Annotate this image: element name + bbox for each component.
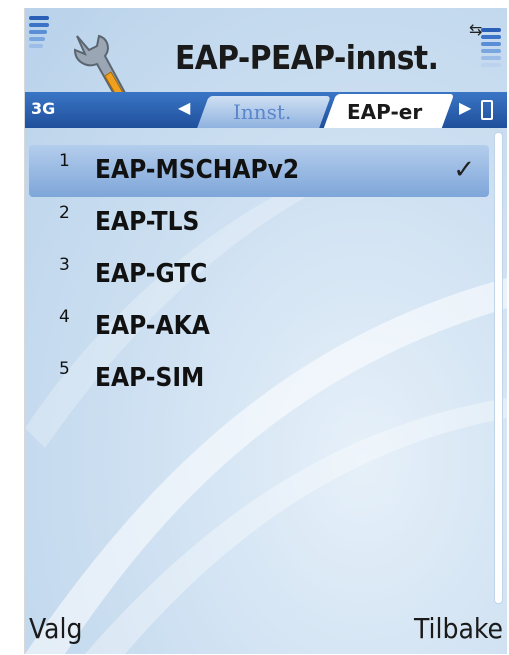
network-indicator: 3G [31, 99, 56, 118]
item-number: 4 [59, 307, 70, 327]
battery-small-icon [481, 100, 493, 120]
item-label: EAP-TLS [95, 207, 200, 237]
item-label: EAP-AKA [95, 311, 210, 341]
phone-screen: EAP-PEAP-innst. ⇆ 3G ◀ Innst. EAP-er ▶ 1… [24, 8, 507, 654]
page-title: EAP-PEAP-innst. [175, 38, 439, 77]
tab-eap-er-label[interactable]: EAP-er [347, 100, 422, 124]
list-item[interactable]: 2 EAP-TLS [29, 197, 489, 249]
softkey-options[interactable]: Valg [29, 612, 82, 645]
tab-next-arrow-icon[interactable]: ▶ [459, 98, 471, 117]
softkey-back[interactable]: Tilbake [414, 612, 503, 645]
list-item[interactable]: 3 EAP-GTC [29, 249, 489, 301]
list-item[interactable]: 4 EAP-AKA [29, 301, 489, 353]
item-number: 3 [59, 255, 70, 275]
eap-method-list: 1 EAP-MSCHAPv2 ✓ 2 EAP-TLS 3 EAP-GTC 4 E… [29, 145, 489, 405]
item-number: 2 [59, 203, 70, 223]
signal-strength-icon [29, 16, 49, 55]
tab-innst-label[interactable]: Innst. [233, 100, 291, 124]
item-label: EAP-MSCHAPv2 [95, 155, 300, 185]
tab-bar: 3G ◀ Innst. EAP-er ▶ [25, 92, 507, 128]
checkmark-icon: ✓ [453, 155, 475, 185]
item-label: EAP-SIM [95, 363, 205, 393]
battery-icon [481, 28, 501, 67]
tab-prev-arrow-icon[interactable]: ◀ [178, 98, 190, 117]
item-number: 5 [59, 359, 70, 379]
scrollbar[interactable] [494, 132, 503, 604]
item-number: 1 [59, 151, 70, 171]
list-item[interactable]: 1 EAP-MSCHAPv2 ✓ [29, 145, 489, 197]
item-label: EAP-GTC [95, 259, 208, 289]
list-item[interactable]: 5 EAP-SIM [29, 353, 489, 405]
